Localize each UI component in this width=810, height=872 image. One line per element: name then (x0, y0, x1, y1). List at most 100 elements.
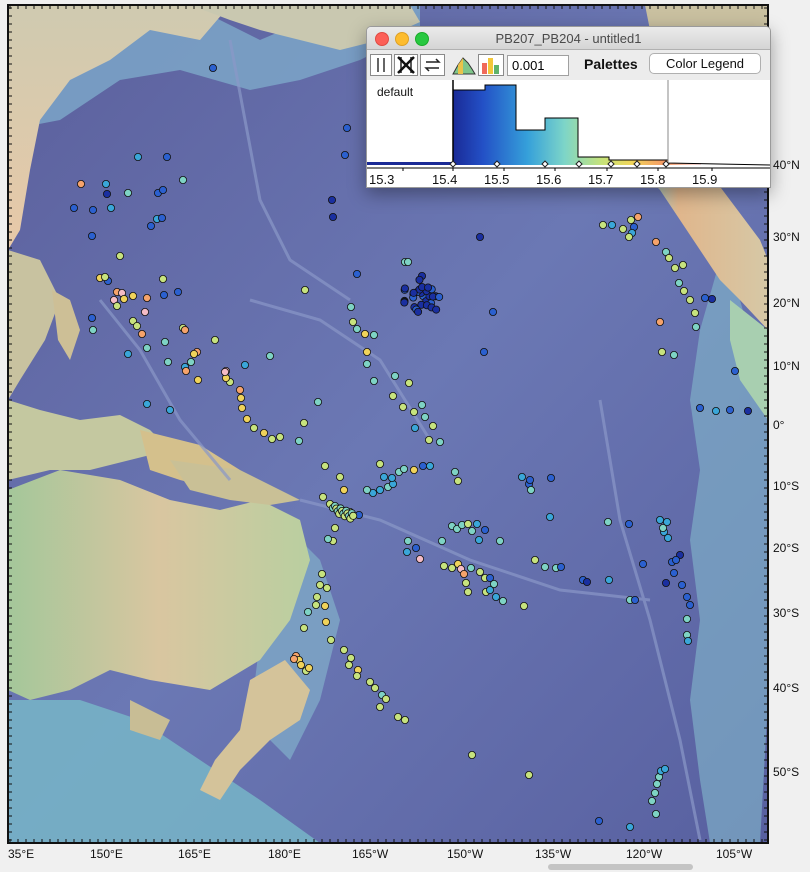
sample-point[interactable] (463, 520, 472, 529)
sample-point[interactable] (300, 285, 309, 294)
sample-point[interactable] (526, 475, 535, 484)
sample-point[interactable] (120, 294, 129, 303)
sample-point[interactable] (128, 291, 137, 300)
sample-point[interactable] (467, 751, 476, 760)
sample-point[interactable] (403, 537, 412, 546)
sample-point[interactable] (180, 325, 189, 334)
sample-point[interactable] (137, 329, 146, 338)
sample-point[interactable] (88, 313, 97, 322)
sample-point[interactable] (379, 472, 388, 481)
histogram-mode-button[interactable] (451, 54, 477, 76)
sample-point[interactable] (362, 485, 371, 494)
sample-point[interactable] (124, 349, 133, 358)
sample-point[interactable] (475, 568, 484, 577)
sample-point[interactable] (658, 347, 667, 356)
sample-point[interactable] (435, 437, 444, 446)
sample-point[interactable] (339, 646, 348, 655)
sample-point[interactable] (70, 203, 79, 212)
sample-point[interactable] (661, 765, 670, 774)
sample-point[interactable] (299, 418, 308, 427)
sample-point[interactable] (315, 581, 324, 590)
sample-point[interactable] (313, 397, 322, 406)
sample-point[interactable] (237, 403, 246, 412)
sample-point[interactable] (323, 535, 332, 544)
sample-point[interactable] (142, 399, 151, 408)
sample-point[interactable] (680, 286, 689, 295)
range-markers-button[interactable] (370, 54, 392, 76)
sample-point[interactable] (485, 586, 494, 595)
sample-point[interactable] (157, 213, 166, 222)
sample-point[interactable] (317, 570, 326, 579)
sample-point[interactable] (312, 593, 321, 602)
sample-point[interactable] (400, 284, 409, 293)
sample-point[interactable] (625, 232, 634, 241)
sample-point[interactable] (321, 618, 330, 627)
sample-point[interactable] (303, 608, 312, 617)
swap-palette-button[interactable] (420, 54, 445, 76)
sample-point[interactable] (541, 563, 550, 572)
sample-point[interactable] (346, 302, 355, 311)
sample-point[interactable] (289, 655, 298, 664)
color-legend-button[interactable]: Color Legend (649, 53, 761, 74)
sample-point[interactable] (605, 576, 614, 585)
sample-point[interactable] (651, 789, 660, 798)
sample-point[interactable] (691, 308, 700, 317)
sample-point[interactable] (656, 516, 665, 525)
sample-point[interactable] (330, 524, 339, 533)
sample-point[interactable] (604, 518, 613, 527)
sample-point[interactable] (679, 260, 688, 269)
sample-point[interactable] (240, 360, 249, 369)
sample-point[interactable] (346, 654, 355, 663)
sample-point[interactable] (631, 596, 640, 605)
palette-histogram[interactable]: default 15.3 15.4 15.5 15.6 15.7 15.8 15… (367, 80, 770, 187)
sample-point[interactable] (428, 421, 437, 430)
sample-point[interactable] (178, 175, 187, 184)
sample-point[interactable] (113, 301, 122, 310)
sample-point[interactable] (475, 232, 484, 241)
sample-point[interactable] (340, 150, 349, 159)
sample-point[interactable] (683, 593, 692, 602)
sample-point[interactable] (342, 124, 351, 133)
sample-point[interactable] (242, 414, 251, 423)
sample-point[interactable] (495, 537, 504, 546)
sample-point[interactable] (142, 343, 151, 352)
sample-point[interactable] (409, 288, 418, 297)
sample-point[interactable] (163, 357, 172, 366)
sample-point[interactable] (424, 283, 433, 292)
sample-point[interactable] (686, 295, 695, 304)
sample-point[interactable] (659, 524, 668, 533)
sample-point[interactable] (375, 459, 384, 468)
sample-point[interactable] (349, 511, 358, 520)
sample-point[interactable] (352, 672, 361, 681)
sample-point[interactable] (402, 548, 411, 557)
sample-point[interactable] (625, 520, 634, 529)
sample-point[interactable] (410, 423, 419, 432)
sample-point[interactable] (318, 492, 327, 501)
sample-point[interactable] (466, 564, 475, 573)
sample-point[interactable] (107, 203, 116, 212)
sample-point[interactable] (531, 556, 540, 565)
sample-point[interactable] (327, 195, 336, 204)
sample-point[interactable] (294, 436, 303, 445)
sample-point[interactable] (89, 325, 98, 334)
sample-point[interactable] (398, 402, 407, 411)
sample-point[interactable] (369, 330, 378, 339)
sample-point[interactable] (399, 464, 408, 473)
sample-point[interactable] (683, 615, 692, 624)
sample-point[interactable] (411, 544, 420, 553)
sample-point[interactable] (480, 526, 489, 535)
sample-point[interactable] (648, 797, 657, 806)
sample-point[interactable] (498, 597, 507, 606)
sample-point[interactable] (236, 393, 245, 402)
sample-point[interactable] (116, 251, 125, 260)
sample-point[interactable] (165, 405, 174, 414)
sample-point[interactable] (675, 278, 684, 287)
sample-point[interactable] (160, 337, 169, 346)
sample-point[interactable] (189, 349, 198, 358)
sample-point[interactable] (400, 298, 409, 307)
bar-histogram-button[interactable] (478, 54, 504, 76)
sample-point[interactable] (388, 391, 397, 400)
sample-point[interactable] (344, 661, 353, 670)
sample-point[interactable] (439, 562, 448, 571)
sample-point[interactable] (259, 428, 268, 437)
